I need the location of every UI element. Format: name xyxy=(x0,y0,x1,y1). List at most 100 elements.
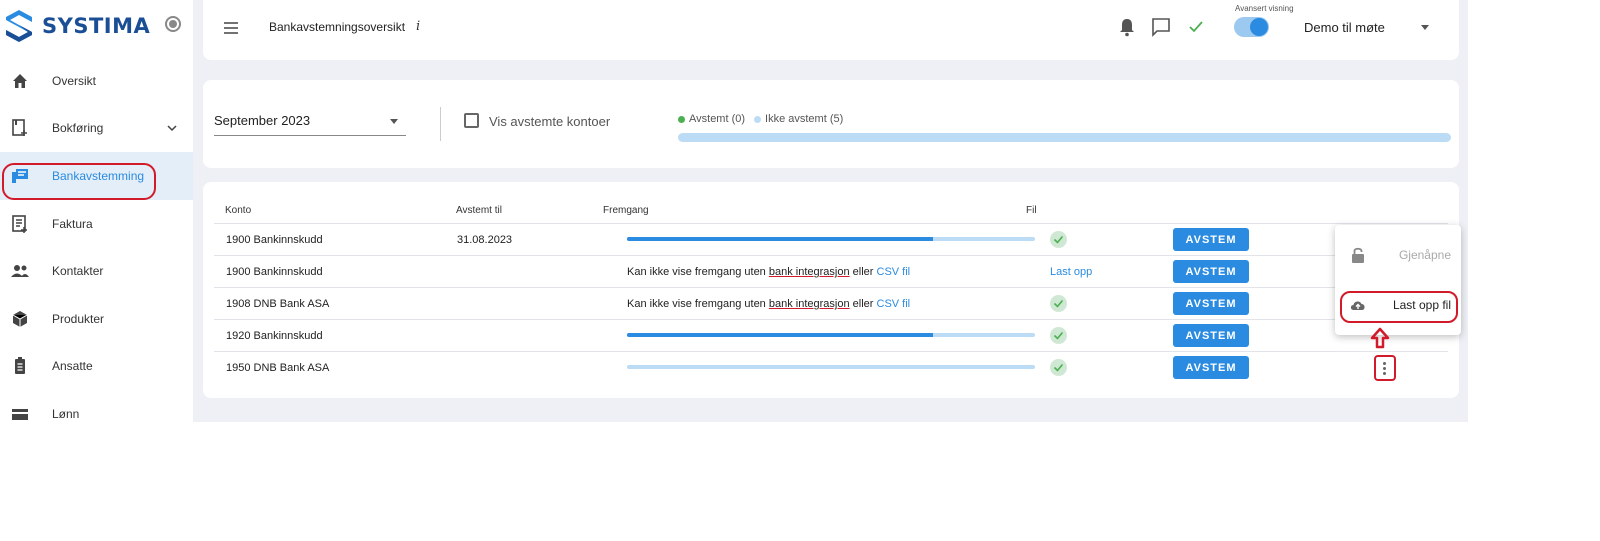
message-text: Kan ikke vise fremgang uten xyxy=(627,266,769,278)
table-row: 1950 DNB Bank ASA AVSTEM xyxy=(214,351,1448,383)
bell-icon[interactable] xyxy=(1118,17,1136,37)
period-select[interactable]: September 2023 xyxy=(214,112,406,136)
sidebar-item-label: Faktura xyxy=(52,217,93,231)
green-dot-icon xyxy=(678,115,685,123)
column-header-account[interactable]: Konto xyxy=(225,205,251,216)
table-row: 1920 Bankinnskudd AVSTEM xyxy=(214,319,1448,351)
sidebar-item-bokforing[interactable]: Bokføring xyxy=(0,104,193,152)
legend-reconciled: Avstemt (0) xyxy=(678,113,745,125)
table-row: 1908 DNB Bank ASA Kan ikke vise fremgang … xyxy=(214,287,1448,319)
file-ok-icon xyxy=(1050,359,1067,376)
highlight-annotation xyxy=(2,163,156,200)
divider xyxy=(440,107,441,141)
progress-unavailable-message: Kan ikke vise fremgang uten bank integra… xyxy=(627,266,910,278)
systima-logo-icon xyxy=(6,10,32,42)
chevron-down-icon[interactable] xyxy=(165,121,179,135)
advanced-view-toggle[interactable] xyxy=(1234,17,1269,37)
menu-item-label: Gjenåpne xyxy=(1398,248,1451,262)
top-bar: Bankavstemningsoversikt i Avansert visni… xyxy=(203,0,1459,60)
arrow-up-annotation-icon xyxy=(1370,327,1390,349)
reconcile-button[interactable]: AVSTEM xyxy=(1173,292,1249,315)
show-reconciled-label: Vis avstemte kontoer xyxy=(489,114,611,129)
menu-item-reopen[interactable]: Gjenåpne xyxy=(1335,235,1461,275)
sidebar-item-lonn[interactable]: Lønn xyxy=(0,390,193,422)
filter-card: September 2023 Vis avstemte kontoer Avst… xyxy=(203,80,1459,168)
toggle-knob xyxy=(1250,18,1268,36)
progress-fill xyxy=(627,237,933,241)
sidebar-item-kontakter[interactable]: Kontakter xyxy=(0,247,193,295)
reconcile-button[interactable]: AVSTEM xyxy=(1173,260,1249,283)
check-icon[interactable] xyxy=(1187,18,1205,36)
payroll-icon xyxy=(12,409,28,420)
message-text: Kan ikke vise fremgang uten xyxy=(627,298,769,310)
column-header-progress[interactable]: Fremgang xyxy=(603,205,649,216)
page-title: Bankavstemningsoversikt xyxy=(269,20,406,34)
info-icon[interactable]: i xyxy=(416,19,420,34)
chevron-down-icon[interactable] xyxy=(1421,25,1429,30)
csv-file-link[interactable]: CSV fil xyxy=(877,298,911,310)
sidebar: SYSTIMA Oversikt Bokføring Bankavstemmin… xyxy=(0,0,193,422)
sidebar-item-oversikt[interactable]: Oversikt xyxy=(0,57,193,105)
chat-icon[interactable] xyxy=(1151,17,1171,37)
message-text: eller xyxy=(849,266,877,278)
more-options-icon[interactable] xyxy=(1374,355,1396,381)
sidebar-item-label: Bokføring xyxy=(52,121,104,135)
brand-logo[interactable]: SYSTIMA xyxy=(4,8,150,44)
upload-file-link[interactable]: Last opp xyxy=(1050,266,1092,278)
overall-progress-bar xyxy=(678,133,1451,142)
invoice-icon xyxy=(12,215,27,233)
sidebar-item-faktura[interactable]: Faktura xyxy=(0,200,193,248)
account-cell: 1900 Bankinnskudd xyxy=(226,266,323,278)
home-icon xyxy=(13,74,27,88)
reconciled-to-cell: 31.08.2023 xyxy=(457,234,513,246)
legend-not-reconciled: Ikke avstemt (5) xyxy=(754,113,843,125)
brand-name: SYSTIMA xyxy=(42,14,151,38)
sidebar-item-produkter[interactable]: Produkter xyxy=(0,295,193,343)
company-selector[interactable]: Demo til møte xyxy=(1304,20,1385,35)
file-ok-icon xyxy=(1050,231,1067,248)
badge-icon xyxy=(15,357,25,374)
progress-unavailable-message: Kan ikke vise fremgang uten bank integra… xyxy=(627,298,910,310)
row-progress-bar xyxy=(627,365,1035,369)
reconcile-button[interactable]: AVSTEM xyxy=(1173,356,1249,379)
account-cell: 1950 DNB Bank ASA xyxy=(226,362,330,374)
table-row: 1900 Bankinnskudd 31.08.2023 AVSTEM xyxy=(214,223,1448,255)
row-progress-bar xyxy=(627,237,1035,241)
row-progress-bar xyxy=(627,333,1035,337)
progress-fill xyxy=(627,333,933,337)
dropdown-arrow-icon xyxy=(390,119,398,124)
file-ok-icon xyxy=(1050,327,1067,344)
account-cell: 1920 Bankinnskudd xyxy=(226,330,323,342)
lock-icon xyxy=(1352,247,1364,263)
sidebar-item-ansatte[interactable]: Ansatte xyxy=(0,342,193,390)
reconcile-button[interactable]: AVSTEM xyxy=(1173,324,1249,347)
app-window: SYSTIMA Oversikt Bokføring Bankavstemmin… xyxy=(0,0,1468,422)
legend-label: Avstemt (0) xyxy=(689,113,746,125)
reconcile-button[interactable]: AVSTEM xyxy=(1173,228,1249,251)
csv-file-link[interactable]: CSV fil xyxy=(877,266,911,278)
toggle-label: Avansert visning xyxy=(1235,4,1294,13)
sidebar-item-label: Ansatte xyxy=(52,359,93,373)
highlight-annotation xyxy=(1340,291,1458,323)
light-blue-dot-icon xyxy=(754,115,762,123)
legend-label: Ikke avstemt (5) xyxy=(765,113,844,125)
column-header-file[interactable]: Fil xyxy=(1026,205,1037,216)
table-row: 1900 Bankinnskudd Kan ikke vise fremgang … xyxy=(214,255,1448,287)
message-text: eller xyxy=(849,298,877,310)
status-indicator-icon[interactable] xyxy=(165,16,181,32)
box-icon xyxy=(12,311,28,327)
column-header-reconciled-to[interactable]: Avstemt til xyxy=(456,205,502,216)
sidebar-item-label: Kontakter xyxy=(52,264,104,278)
file-ok-icon xyxy=(1050,295,1067,312)
progress-legend: Avstemt (0) Ikke avstemt (5) xyxy=(678,113,852,125)
sidebar-item-label: Lønn xyxy=(52,407,80,421)
period-value: September 2023 xyxy=(214,113,311,128)
bank-integration-link[interactable]: bank integrasjon xyxy=(769,266,850,278)
menu-icon[interactable] xyxy=(223,21,239,35)
show-reconciled-checkbox[interactable] xyxy=(464,113,479,128)
bank-integration-link[interactable]: bank integrasjon xyxy=(769,298,850,310)
ledger-icon xyxy=(12,119,27,136)
sidebar-item-label: Produkter xyxy=(52,312,105,326)
sidebar-item-label: Oversikt xyxy=(52,74,97,88)
contacts-icon xyxy=(11,265,29,277)
